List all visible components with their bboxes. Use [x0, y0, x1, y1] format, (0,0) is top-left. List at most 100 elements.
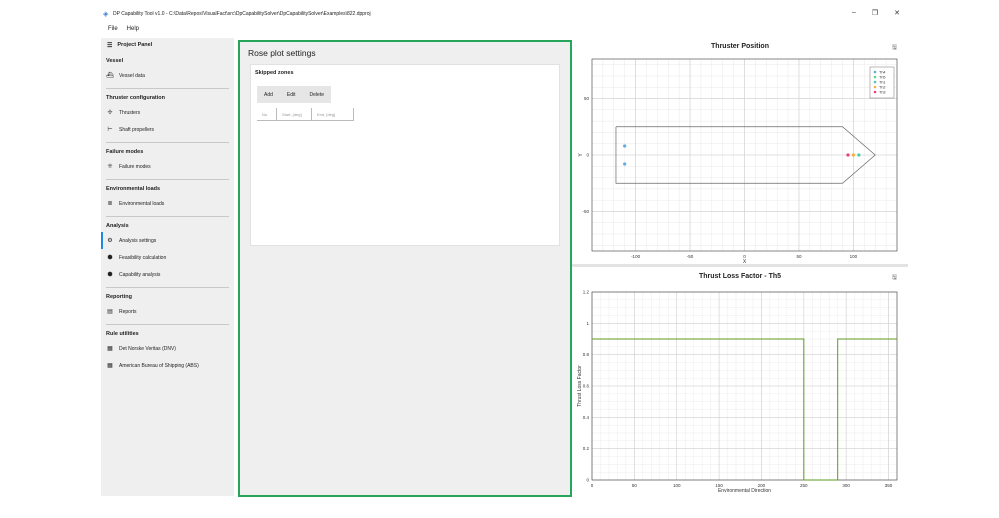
- sidebar-item-dnv[interactable]: ▦ Det Norske Veritas (DNV): [101, 340, 234, 357]
- section-vessel: Vessel: [106, 58, 124, 64]
- y-tick-label: 0.2: [583, 446, 590, 451]
- x-tick-label: 350: [885, 483, 893, 488]
- thrusters-icon: ✢: [107, 110, 113, 116]
- y-tick-label: 0: [586, 153, 589, 158]
- loads-icon: ≣: [107, 201, 113, 207]
- divider: [106, 324, 229, 325]
- minimize-button[interactable]: –: [852, 9, 856, 17]
- column-header-start[interactable]: Start, [deg]: [277, 108, 312, 120]
- sidebar-item-label: Feasibility calculation: [119, 254, 167, 261]
- legend-label: Th5: [879, 76, 886, 80]
- legend-marker: [873, 90, 877, 94]
- legend-label: Th2: [879, 86, 886, 90]
- rulebook-icon: ▦: [107, 346, 113, 352]
- failure-icon: ⁜: [107, 164, 113, 170]
- hamburger-icon[interactable]: ☰: [107, 42, 112, 49]
- x-tick-label: 50: [632, 483, 638, 488]
- thruster-point-th4: [623, 144, 627, 148]
- section-analysis: Analysis: [106, 223, 129, 229]
- divider: [106, 287, 229, 288]
- legend-marker: [873, 85, 877, 89]
- legend-marker: [873, 70, 877, 74]
- close-button[interactable]: ✕: [894, 9, 900, 17]
- sidebar-item-environmental-loads[interactable]: ≣ Environmental loads: [101, 195, 234, 212]
- thruster-point-th5: [623, 162, 627, 166]
- section-rule-utilities: Rule utilities: [106, 331, 139, 337]
- y-axis-label: Thrust Loss Factor: [577, 365, 583, 407]
- x-tick-label: 50: [796, 254, 802, 259]
- calc-icon: ⬢: [107, 255, 113, 261]
- sidebar-item-label: Thrusters: [119, 109, 141, 116]
- x-tick-label: 100: [850, 254, 858, 259]
- legend-label: Th1: [879, 81, 886, 85]
- x-tick-label: 100: [673, 483, 681, 488]
- ship-icon: ⛴: [106, 73, 114, 79]
- app-logo-icon: ◈: [103, 10, 109, 18]
- x-tick-label: -50: [687, 254, 694, 259]
- x-tick-label: 250: [800, 483, 808, 488]
- window-controls: – ❐ ✕: [852, 9, 900, 17]
- window-title: DP Capability Tool v1.0 - C:\Data\Repos\…: [113, 11, 371, 17]
- sidebar-item-thrusters[interactable]: ✢ Thrusters: [101, 104, 234, 121]
- sidebar-item-label: Det Norske Veritas (DNV): [119, 345, 176, 352]
- thruster-point-th3: [846, 153, 850, 157]
- divider: [106, 216, 229, 217]
- sidebar-item-feasibility-calculation[interactable]: ⬢ Feasibility calculation: [101, 249, 234, 266]
- y-tick-label: 50: [584, 96, 590, 101]
- menu-file[interactable]: File: [108, 26, 118, 32]
- propeller-icon: ⊢: [107, 127, 113, 133]
- x-tick-label: -100: [631, 254, 641, 259]
- sidebar-item-label: American Bureau of Shipping (ABS): [119, 362, 199, 369]
- report-icon: ▤: [107, 309, 113, 315]
- project-panel: ☰ Project Panel Vessel ⛴ Vessel data Thr…: [101, 38, 234, 496]
- y-tick-label: -50: [582, 209, 589, 214]
- divider: [106, 142, 229, 143]
- card-title: Skipped zones: [255, 70, 294, 76]
- title-bar: ◈ DP Capability Tool v1.0 - C:\Data\Repo…: [101, 6, 908, 22]
- y-tick-label: 1.2: [583, 290, 590, 295]
- x-axis-label: Environmental Direction: [718, 488, 771, 494]
- add-button[interactable]: Add: [257, 86, 280, 103]
- section-failure-modes: Failure modes: [106, 149, 144, 155]
- sidebar-item-label: Vessel data: [119, 72, 145, 79]
- thruster-position-svg: -100 -50 0 50 100-50050XYTh4Th5Th1Th2Th3: [578, 58, 898, 263]
- y-tick-label: 0.8: [583, 352, 590, 357]
- sidebar-item-label: Shaft propellers: [119, 126, 155, 133]
- x-axis-label: X: [743, 259, 747, 263]
- toolbar: Add Edit Delete: [257, 86, 331, 103]
- settings-icon: ⚙: [107, 238, 113, 244]
- sidebar-item-shaft-propellers[interactable]: ⊢ Shaft propellers: [101, 121, 234, 138]
- menu-bar: File Help: [101, 23, 139, 35]
- section-reporting: Reporting: [106, 294, 132, 300]
- section-thruster-configuration: Thruster configuration: [106, 95, 165, 101]
- thruster-point-th2: [851, 153, 856, 157]
- divider: [106, 88, 229, 89]
- column-header-no[interactable]: No.: [257, 108, 277, 120]
- y-tick-label: 0.6: [583, 384, 590, 389]
- section-environmental-loads: Environmental loads: [106, 186, 161, 192]
- legend-marker: [873, 75, 877, 79]
- y-tick-label: 0.4: [583, 415, 590, 420]
- x-tick-label: 0: [591, 483, 594, 488]
- legend-marker: [873, 80, 877, 84]
- project-panel-header[interactable]: ☰ Project Panel: [101, 38, 234, 52]
- sidebar-item-capability-analysis[interactable]: ⬢ Capability analysis: [101, 266, 234, 283]
- restore-button[interactable]: ❐: [872, 9, 878, 17]
- legend-label: Th4: [879, 71, 886, 75]
- sidebar-item-failure-modes[interactable]: ⁜ Failure modes: [101, 158, 234, 175]
- sidebar-item-abs[interactable]: ▦ American Bureau of Shipping (ABS): [101, 357, 234, 374]
- sidebar-item-vessel-data[interactable]: ⛴ Vessel data: [101, 67, 234, 84]
- sidebar-item-analysis-settings[interactable]: ⚙ Analysis settings: [101, 232, 234, 249]
- menu-help[interactable]: Help: [127, 26, 139, 32]
- rose-plot-settings-panel: Rose plot settings Skipped zones Add Edi…: [238, 40, 572, 497]
- delete-button[interactable]: Delete: [303, 86, 331, 103]
- sidebar-item-reports[interactable]: ▤ Reports: [101, 303, 234, 320]
- sidebar-item-label: Failure modes: [119, 163, 151, 170]
- table-header: No. Start, [deg] End, [deg]: [257, 108, 354, 121]
- column-header-end[interactable]: End, [deg]: [312, 108, 354, 120]
- edit-button[interactable]: Edit: [280, 86, 303, 103]
- y-tick-label: 1: [586, 321, 589, 326]
- sidebar-item-label: Analysis settings: [119, 237, 157, 244]
- charts-panel: Thruster Position 🖫 -100 -50 0 50 100 -50 0 50 X…: [572, 38, 908, 496]
- thruster-point-th1: [857, 153, 861, 157]
